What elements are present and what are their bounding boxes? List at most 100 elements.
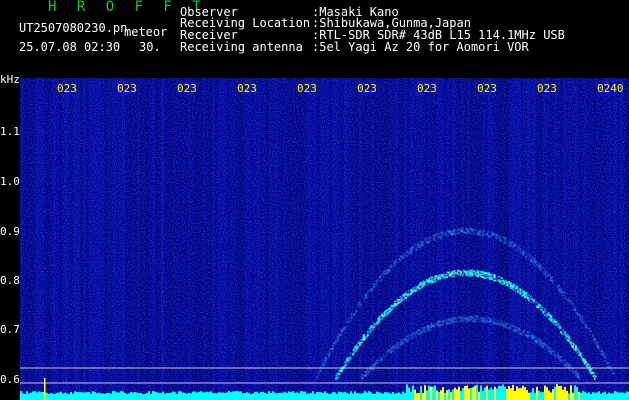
echo-pixel	[489, 278, 492, 280]
baseline-bar	[278, 393, 280, 400]
column-stripe	[143, 78, 146, 400]
echo-pixel	[501, 237, 503, 239]
baseline-bar	[336, 393, 338, 400]
echo-pixel	[429, 323, 432, 325]
baseline-bar	[388, 392, 390, 400]
echo-pixel	[453, 231, 456, 233]
echo-pixel	[341, 328, 344, 331]
baseline-bar	[296, 392, 298, 400]
echo-pixel	[528, 254, 531, 256]
echo-pixel	[380, 314, 383, 317]
echo-pixel	[576, 313, 579, 315]
baseline-bar	[256, 391, 258, 400]
echo-pixel	[574, 371, 577, 373]
baseline-bar	[78, 392, 80, 400]
echo-pixel	[405, 254, 408, 257]
baseline-bar	[616, 391, 618, 400]
baseline-bar	[264, 392, 266, 400]
column-stripe	[299, 78, 302, 400]
echo-pixel	[338, 372, 341, 375]
column-stripe	[239, 78, 242, 400]
baseline-bar	[36, 392, 38, 400]
echo-pixel	[387, 312, 390, 314]
echo-pixel	[508, 242, 510, 245]
echo-pixel	[433, 238, 435, 241]
time-tick-label: 023	[417, 82, 437, 95]
baseline-bar	[248, 393, 250, 400]
echo-pixel	[581, 316, 584, 319]
echo-pixel	[420, 328, 423, 331]
baseline-bar	[216, 393, 218, 400]
echo-pixel	[441, 236, 444, 238]
echo-pixel	[367, 372, 369, 375]
echo-pixel	[504, 279, 507, 282]
echo-pixel	[488, 275, 491, 277]
echo-pixel	[454, 228, 457, 231]
echo-pixel	[551, 322, 554, 324]
echo-pixel	[429, 277, 432, 279]
baseline-bar	[384, 392, 386, 400]
baseline-bar	[32, 391, 34, 400]
column-stripe	[224, 78, 227, 400]
column-stripe	[20, 78, 23, 400]
baseline-bar	[100, 393, 102, 400]
echo-pixel	[464, 270, 466, 273]
time-tick-label: 023	[477, 82, 497, 95]
echo-pixel	[569, 338, 571, 340]
echo-pixel	[372, 365, 374, 368]
baseline-bar	[502, 384, 504, 400]
column-stripe	[509, 78, 512, 400]
echo-pixel	[603, 355, 606, 357]
column-stripe	[95, 78, 98, 400]
column-stripe	[380, 78, 383, 400]
echo-pixel	[564, 291, 566, 294]
baseline-bar	[104, 393, 106, 400]
echo-pixel	[564, 364, 567, 366]
echo-pixel	[473, 231, 475, 234]
echo-pixel	[349, 321, 351, 323]
baseline-bar	[542, 392, 544, 400]
baseline-bar	[526, 390, 528, 400]
echo-pixel	[514, 244, 517, 246]
echo-pixel	[470, 315, 472, 318]
echo-pixel	[592, 375, 595, 377]
baseline-bar	[328, 393, 330, 400]
echo-pixel	[377, 359, 380, 361]
echo-pixel	[514, 285, 517, 288]
baseline-bar	[400, 393, 402, 400]
baseline-bar	[40, 392, 42, 400]
echo-pixel	[466, 228, 468, 230]
baseline-bar	[108, 392, 110, 400]
echo-pixel	[449, 322, 452, 325]
echo-pixel	[369, 370, 371, 373]
baseline-bar	[578, 391, 580, 400]
baseline-bar	[156, 392, 158, 400]
echo-pixel	[391, 349, 394, 352]
column-stripe	[449, 78, 452, 400]
echo-pixel	[464, 231, 466, 234]
y-label-1-1: 1.1	[0, 125, 20, 138]
baseline-bar	[270, 392, 272, 400]
column-stripe	[86, 78, 89, 400]
column-stripe	[410, 78, 413, 400]
echo-pixel	[586, 326, 588, 329]
echo-pixel	[448, 230, 451, 232]
baseline-bar	[402, 391, 404, 400]
echo-pixel	[369, 369, 371, 372]
column-stripe	[275, 78, 278, 400]
echo-pixel	[535, 301, 537, 304]
baseline-bar	[276, 393, 278, 400]
column-stripe	[104, 78, 107, 400]
baseline-bar	[54, 393, 56, 400]
echo-pixel	[576, 376, 579, 379]
echo-pixel	[541, 306, 543, 309]
echo-pixel	[549, 318, 552, 321]
echo-pixel	[384, 270, 387, 272]
echo-pixel	[374, 362, 377, 365]
echo-pixel	[429, 280, 431, 282]
echo-pixel	[552, 282, 555, 285]
baseline-bar	[610, 393, 612, 400]
echo-pixel	[398, 299, 400, 301]
column-stripe	[332, 78, 335, 400]
echo-pixel	[466, 274, 469, 277]
